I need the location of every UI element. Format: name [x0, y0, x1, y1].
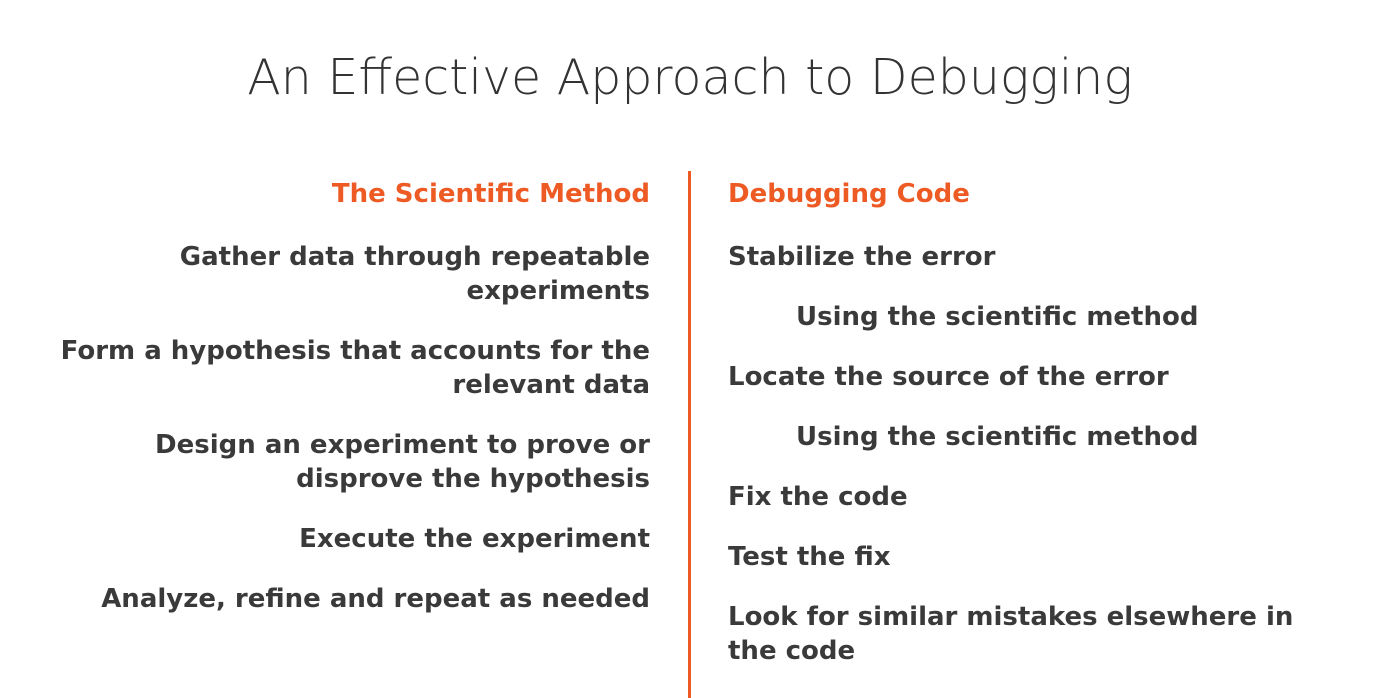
scientific-method-column: The Scientific Method Gather data throug… — [30, 176, 650, 642]
list-item-line: experiments — [466, 276, 650, 306]
list-item-line: Gather data through repeatable — [179, 242, 650, 272]
list-item: Execute the experiment — [30, 522, 650, 556]
list-item: Gather data through repeatable experimen… — [30, 240, 650, 308]
list-item: Fix the code — [728, 482, 908, 512]
column-divider — [688, 171, 691, 698]
list-subitem: Using the scientific method — [796, 302, 1199, 332]
list-item-line: Design an experiment to prove or — [155, 430, 650, 460]
list-item: Form a hypothesis that accounts for the … — [30, 334, 650, 402]
list-item: Test the fix — [728, 542, 891, 572]
list-item-line: Execute the experiment — [299, 524, 650, 554]
list-item: Stabilize the error — [728, 242, 996, 272]
debugging-code-column: Debugging Code Stabilize the error Using… — [728, 176, 1328, 694]
list-item: Analyze, refine and repeat as needed — [30, 582, 650, 616]
list-item-line: Analyze, refine and repeat as needed — [101, 584, 650, 614]
debugging-code-heading: Debugging Code — [728, 179, 970, 209]
list-item: Design an experiment to prove or disprov… — [30, 428, 650, 496]
scientific-method-heading: The Scientific Method — [331, 179, 650, 209]
list-item-line: disprove the hypothesis — [296, 464, 650, 494]
list-item-line: relevant data — [452, 370, 650, 400]
list-subitem: Using the scientific method — [796, 422, 1199, 452]
list-item: Locate the source of the error — [728, 362, 1169, 392]
list-item-line: Form a hypothesis that accounts for the — [60, 336, 650, 366]
slide-title: An Effective Approach to Debugging — [247, 49, 1133, 106]
list-item: Look for similar mistakes elsewhere in t… — [728, 602, 1294, 666]
